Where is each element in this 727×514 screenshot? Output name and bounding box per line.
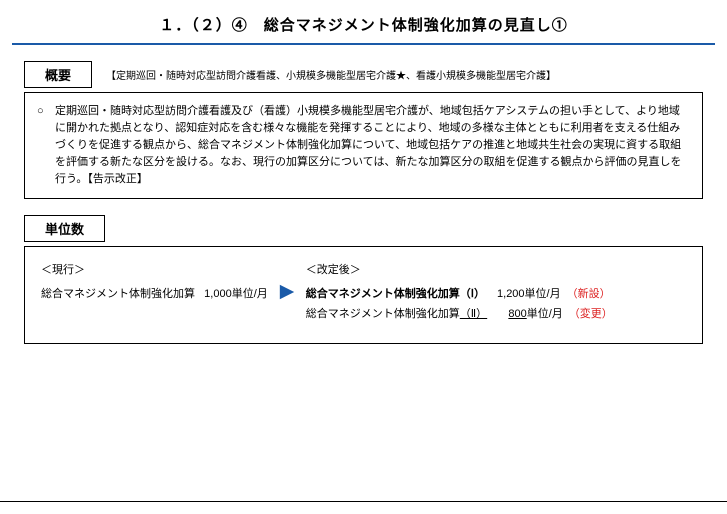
current-name: 総合マネジメント体制強化加算 <box>41 288 195 300</box>
revised-tag-2: （変更） <box>569 305 613 321</box>
bullet-mark: ○ <box>37 103 55 188</box>
revised-value-2-num: 800 <box>508 308 526 320</box>
revised-value-2: 800単位/月 <box>499 305 563 321</box>
revised-value-2-suffix: 単位/月 <box>527 308 563 320</box>
units-label: 単位数 <box>24 215 105 242</box>
current-value: 1,000単位/月 <box>204 288 268 300</box>
overview-label: 概要 <box>24 61 92 88</box>
revised-header: ＜改定後＞ <box>306 261 686 277</box>
overview-note: 【定期巡回・随時対応型訪問介護看護、小規模多機能型居宅介護★、看護小規模多機能型… <box>106 67 556 82</box>
revised-column: ＜改定後＞ 総合マネジメント体制強化加算（Ⅰ） 1,200単位/月 （新設） 総… <box>306 261 686 325</box>
revised-value-1: 1,200単位/月 <box>497 285 561 301</box>
revised-name-2-underline: （Ⅱ） <box>460 308 487 320</box>
revised-name-2: 総合マネジメント体制強化加算（Ⅱ） <box>306 305 487 321</box>
current-column: ＜現行＞ 総合マネジメント体制強化加算 1,000単位/月 <box>41 261 268 301</box>
page-title: １．（２）④ 総合マネジメント体制強化加算の見直し① <box>0 14 727 35</box>
current-header: ＜現行＞ <box>41 261 268 277</box>
overview-body: ○ 定期巡回・随時対応型訪問介護看護及び（看護）小規模多機能型居宅介護が、地域包… <box>24 92 703 199</box>
units-body: ＜現行＞ 総合マネジメント体制強化加算 1,000単位/月 ＜改定後＞ 総合マネ… <box>24 246 703 344</box>
revised-name-2-prefix: 総合マネジメント体制強化加算 <box>306 308 460 320</box>
arrow-right-icon <box>278 283 296 301</box>
revised-row: 総合マネジメント体制強化加算（Ⅱ） 800単位/月 （変更） <box>306 305 686 321</box>
revised-tag-1: （新設） <box>567 285 611 301</box>
overview-text: 定期巡回・随時対応型訪問介護看護及び（看護）小規模多機能型居宅介護が、地域包括ケ… <box>55 103 690 188</box>
footer-divider <box>0 501 727 503</box>
title-underline <box>12 43 715 45</box>
revised-row: 総合マネジメント体制強化加算（Ⅰ） 1,200単位/月 （新設） <box>306 285 686 301</box>
revised-name-1: 総合マネジメント体制強化加算（Ⅰ） <box>306 285 485 301</box>
